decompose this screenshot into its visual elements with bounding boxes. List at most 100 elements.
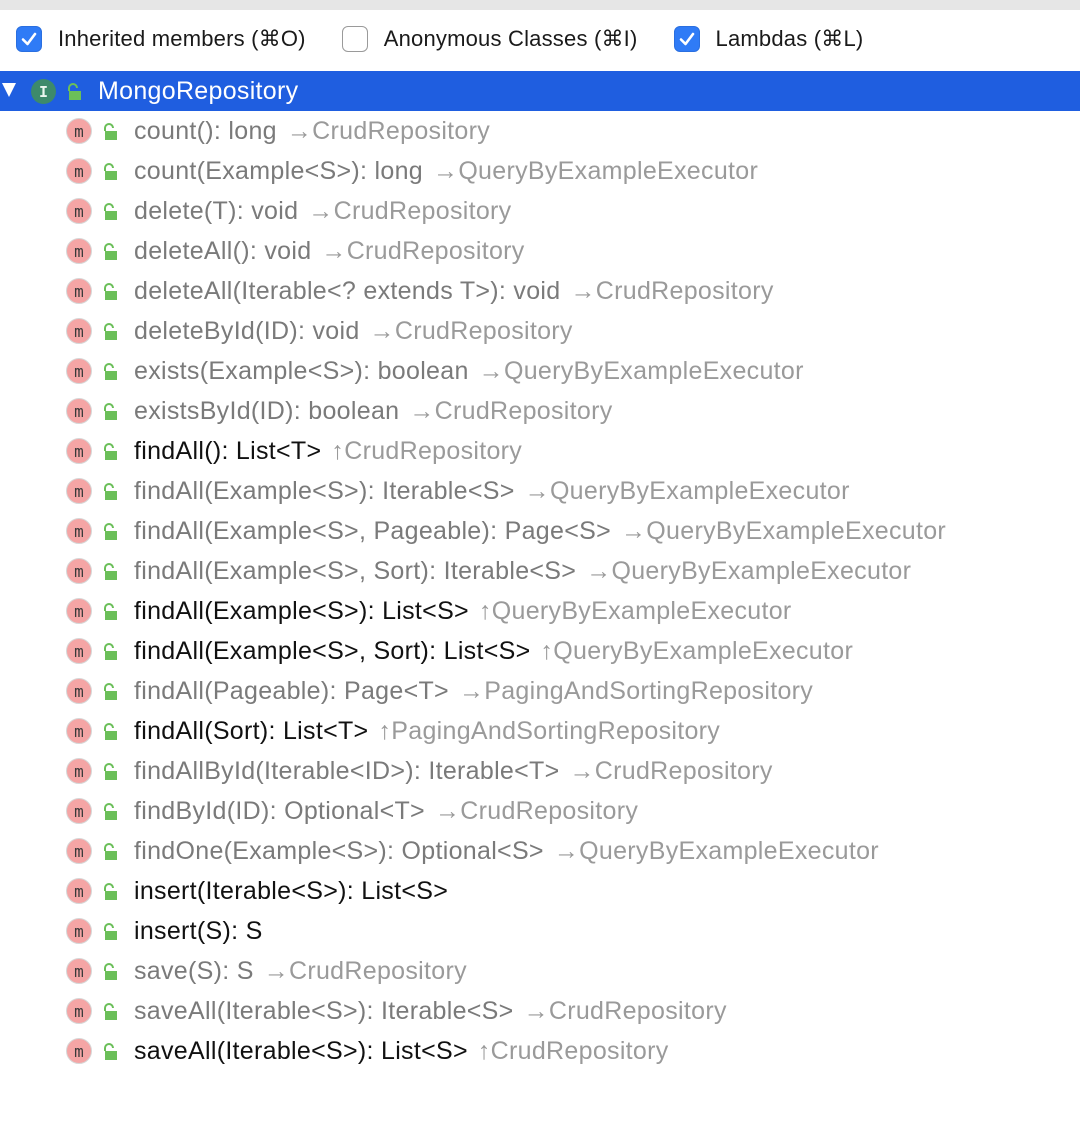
method-icon: m: [66, 878, 92, 904]
member-name: exists(Example<S>): boolean: [134, 357, 469, 385]
method-icon: m: [66, 318, 92, 344]
method-icon: m: [66, 998, 92, 1024]
public-lock-icon: [102, 403, 118, 426]
method-icon: m: [66, 838, 92, 864]
method-icon: m: [66, 598, 92, 624]
member-name: findById(ID): Optional<T>: [134, 797, 425, 825]
member-source: →QueryByExampleExecutor: [433, 157, 759, 185]
member-row[interactable]: m findById(ID): Optional<T> →CrudRepositor…: [0, 791, 1080, 831]
member-signature: findAll(Pageable): Page<T> →PagingAndSort…: [134, 677, 813, 706]
method-icon: m: [66, 358, 92, 384]
member-row[interactable]: m count(Example<S>): long →QueryByExampleE…: [0, 151, 1080, 191]
member-name: deleteById(ID): void: [134, 317, 360, 345]
method-icon: m: [66, 198, 92, 224]
member-row[interactable]: m existsById(ID): boolean →CrudRepository: [0, 391, 1080, 431]
member-name: insert(S): S: [134, 917, 263, 945]
member-signature: findAll(Example<S>, Pageable): Page<S> →Q…: [134, 517, 946, 546]
member-row[interactable]: m save(S): S →CrudRepository: [0, 951, 1080, 991]
member-row[interactable]: m findAll(Sort): List<T> ↑PagingAndSorting…: [0, 711, 1080, 751]
member-source: →QueryByExampleExecutor: [524, 477, 850, 505]
member-source: →QueryByExampleExecutor: [553, 837, 879, 865]
expand-arrow-icon[interactable]: [2, 83, 16, 97]
public-lock-icon: [102, 963, 118, 986]
member-name: findAll(Pageable): Page<T>: [134, 677, 449, 705]
member-source: →QueryByExampleExecutor: [586, 557, 912, 585]
method-icon: m: [66, 238, 92, 264]
member-name: save(S): S: [134, 957, 254, 985]
member-source: ↑QueryByExampleExecutor: [478, 597, 792, 625]
option-label: Inherited members (⌘O): [58, 26, 306, 51]
member-signature: saveAll(Iterable<S>): List<S> ↑CrudReposi…: [134, 1037, 669, 1066]
option-lambdas[interactable]: Lambdas (⌘L): [673, 26, 864, 52]
member-signature: findAllById(Iterable<ID>): Iterable<T> →C…: [134, 757, 773, 786]
member-signature: existsById(ID): boolean →CrudRepository: [134, 397, 613, 426]
member-row[interactable]: m findAll(Example<S>): Iterable<S> →QueryB…: [0, 471, 1080, 511]
member-name: deleteAll(Iterable<? extends T>): void: [134, 277, 561, 305]
public-lock-icon: [102, 523, 118, 546]
structure-filter-toolbar: Inherited members (⌘O) Anonymous Classes…: [0, 10, 1080, 68]
checkbox-inherited-members[interactable]: [16, 26, 42, 52]
member-list: m count(): long →CrudRepository m count(Exam…: [0, 111, 1080, 1071]
member-row[interactable]: m findAll(Example<S>, Sort): List<S> ↑Quer…: [0, 631, 1080, 671]
member-row[interactable]: m insert(S): S: [0, 911, 1080, 951]
member-row[interactable]: m saveAll(Iterable<S>): List<S> ↑CrudRepos…: [0, 1031, 1080, 1071]
public-lock-icon: [102, 763, 118, 786]
public-lock-icon: [102, 683, 118, 706]
member-row[interactable]: m findAll(): List<T> ↑CrudRepository: [0, 431, 1080, 471]
option-label: Anonymous Classes (⌘I): [383, 26, 638, 51]
member-signature: delete(T): void →CrudRepository: [134, 197, 511, 226]
member-row[interactable]: m deleteById(ID): void →CrudRepository: [0, 311, 1080, 351]
method-icon: m: [66, 518, 92, 544]
member-row[interactable]: m findAll(Example<S>, Pageable): Page<S> →…: [0, 511, 1080, 551]
member-name: findAllById(Iterable<ID>): Iterable<T>: [134, 757, 560, 785]
method-icon: m: [66, 398, 92, 424]
method-icon: m: [66, 958, 92, 984]
member-signature: insert(Iterable<S>): List<S>: [134, 877, 458, 906]
root-label: MongoRepository: [98, 77, 299, 105]
member-row[interactable]: m findAll(Example<S>, Sort): Iterable<S> →…: [0, 551, 1080, 591]
member-row[interactable]: m findAll(Pageable): Page<T> →PagingAndSor…: [0, 671, 1080, 711]
member-source: →CrudRepository: [570, 277, 774, 305]
public-lock-icon: [102, 283, 118, 306]
member-name: count(Example<S>): long: [134, 157, 424, 185]
member-row[interactable]: m findAllById(Iterable<ID>): Iterable<T> →…: [0, 751, 1080, 791]
member-signature: findAll(Example<S>): List<S> ↑QueryByExam…: [134, 597, 792, 626]
member-source: ↑QueryByExampleExecutor: [540, 637, 854, 665]
public-lock-icon: [102, 163, 118, 186]
public-lock-icon: [102, 1003, 118, 1026]
checkbox-anonymous-classes[interactable]: [341, 26, 368, 52]
public-lock-icon: [102, 843, 118, 866]
member-signature: save(S): S →CrudRepository: [134, 957, 467, 986]
member-row[interactable]: m deleteAll(Iterable<? extends T>): void →…: [0, 271, 1080, 311]
member-row[interactable]: m count(): long →CrudRepository: [0, 111, 1080, 151]
member-signature: findAll(Example<S>, Sort): Iterable<S> →Q…: [134, 557, 911, 586]
method-icon: m: [66, 798, 92, 824]
checkmark-icon: [679, 32, 694, 46]
member-row[interactable]: m exists(Example<S>): boolean →QueryByExam…: [0, 351, 1080, 391]
member-row[interactable]: m findAll(Example<S>): List<S> ↑QueryByExa…: [0, 591, 1080, 631]
checkmark-icon: [21, 32, 37, 46]
member-row[interactable]: m saveAll(Iterable<S>): Iterable<S> →CrudR…: [0, 991, 1080, 1031]
method-icon: m: [66, 278, 92, 304]
method-icon: m: [66, 1038, 92, 1064]
public-lock-icon: [102, 123, 118, 146]
member-source: →QueryByExampleExecutor: [620, 517, 947, 545]
member-row[interactable]: m insert(Iterable<S>): List<S>: [0, 871, 1080, 911]
member-row[interactable]: m deleteAll(): void →CrudRepository: [0, 231, 1080, 271]
public-lock-icon: [66, 83, 82, 106]
member-signature: findById(ID): Optional<T> →CrudRepository: [134, 797, 638, 826]
member-source: ↑CrudRepository: [331, 437, 523, 465]
member-name: findAll(Example<S>): Iterable<S>: [134, 477, 515, 505]
option-anonymous-classes[interactable]: Anonymous Classes (⌘I): [341, 26, 638, 52]
member-signature: count(Example<S>): long →QueryByExampleEx…: [134, 157, 758, 186]
member-row[interactable]: m findOne(Example<S>): Optional<S> →QueryB…: [0, 831, 1080, 871]
option-inherited-members[interactable]: Inherited members (⌘O): [16, 26, 306, 52]
member-signature: findAll(Example<S>): Iterable<S> →QueryBy…: [134, 477, 850, 506]
member-name: saveAll(Iterable<S>): List<S>: [134, 1037, 468, 1065]
method-icon: m: [66, 438, 92, 464]
member-row[interactable]: m delete(T): void →CrudRepository: [0, 191, 1080, 231]
checkbox-lambdas[interactable]: [673, 26, 700, 52]
window-top-strip: [0, 0, 1080, 10]
tree-root-mongorepository[interactable]: I MongoRepository: [0, 71, 1080, 111]
member-source: →CrudRepository: [369, 317, 573, 345]
